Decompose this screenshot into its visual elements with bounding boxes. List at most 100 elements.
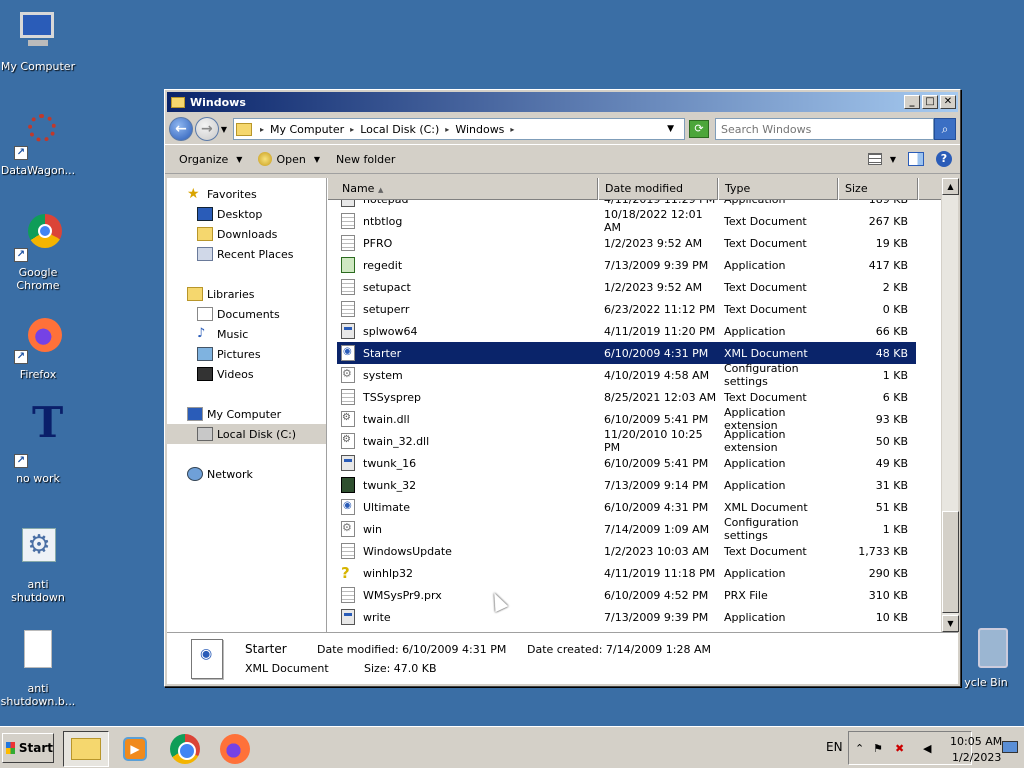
nav-item-pictures[interactable]: Pictures (167, 344, 326, 364)
file-row[interactable]: setupact 1/2/2023 9:52 AM Text Document 2 K… (337, 276, 916, 298)
desktop-icon-google-chrome[interactable]: ↗ Google Chrome (0, 214, 76, 292)
clock-time[interactable]: 10:05 AM (950, 735, 1002, 748)
file-row[interactable]: twunk_16 6/10/2009 5:41 PM Application 49 K… (337, 452, 916, 474)
organize-button[interactable]: Organize ▼ (179, 153, 242, 166)
nav-item-music[interactable]: ♪ Music (167, 324, 326, 344)
file-row[interactable]: PFRO 1/2/2023 9:52 AM Text Document 19 KB (337, 232, 916, 254)
desktop-icon-firefox[interactable]: ↗ Firefox (0, 316, 76, 381)
file-row[interactable]: WMSysPr9.prx 6/10/2009 4:52 PM PRX File 310… (337, 584, 916, 606)
datawagon-icon: ↗ (14, 112, 62, 160)
breadcrumb-local-disk[interactable]: Local Disk (C:) (360, 123, 439, 136)
desktop-icon-label: no work (16, 472, 60, 485)
search-input[interactable] (714, 118, 935, 140)
nav-item-my-computer[interactable]: My Computer (167, 404, 326, 424)
taskbar-firefox-button[interactable] (212, 731, 258, 767)
file-type: XML Document (724, 346, 808, 360)
file-row[interactable]: Starter 6/10/2009 4:31 PM XML Document 48 K… (337, 342, 916, 364)
forward-button[interactable]: → (194, 117, 219, 141)
open-button[interactable]: Open ▼ (258, 152, 320, 166)
maximize-button[interactable]: □ (922, 95, 938, 109)
recent-pages-dropdown-icon[interactable]: ▼ (221, 125, 227, 134)
file-date: 7/14/2009 1:09 AM (604, 522, 710, 536)
breadcrumb-windows[interactable]: Windows (455, 123, 504, 136)
help-icon[interactable]: ? (936, 151, 952, 167)
address-history-dropdown-icon[interactable]: ▼ (667, 124, 674, 134)
nav-item-favorites[interactable]: ★ Favorites (167, 184, 326, 204)
file-row[interactable]: TSSysprep 8/25/2021 12:03 AM Text Document… (337, 386, 916, 408)
nav-item-libraries[interactable]: Libraries (167, 284, 326, 304)
vertical-scrollbar[interactable]: ▲ ▼ (941, 178, 959, 632)
change-view-icon[interactable] (867, 153, 882, 165)
file-row[interactable]: twain.dll6/10/2009 5:41 PMApplication ex… (337, 406, 916, 432)
volume-icon[interactable]: ◀ (923, 742, 931, 755)
breadcrumb-chevron-icon[interactable]: ▸ (350, 125, 354, 134)
desktop-icon-my-computer[interactable]: My Computer (0, 8, 76, 73)
file-row[interactable]: ntbtlog 10/18/2022 12:01 AM Text Document 2… (337, 208, 916, 234)
close-button[interactable]: ✕ (940, 95, 956, 109)
column-header-name[interactable]: Name ▲ (327, 178, 598, 200)
file-size: 31 KB (875, 478, 908, 492)
taskbar-chrome-button[interactable] (162, 731, 208, 767)
file-row[interactable]: setuperr 6/23/2022 11:12 PM Text Document 0… (337, 298, 916, 320)
scroll-up-button[interactable]: ▲ (942, 178, 959, 195)
taskbar-media-player-button[interactable]: ▶ (112, 731, 158, 767)
show-hidden-icons-icon[interactable]: ⌃ (855, 742, 864, 755)
breadcrumb-chevron-icon[interactable]: ▸ (260, 125, 264, 134)
file-row[interactable]: twunk_32 7/13/2009 9:14 PM Application 31 K… (337, 474, 916, 496)
column-header-date[interactable]: Date modified (598, 178, 718, 200)
file-row[interactable]: WindowsUpdate 1/2/2023 10:03 AM Text Docum… (337, 540, 916, 562)
taskbar: Start ▶ EN ⌃ ⚑ ✖ ◀ 10:05 AM 1/2/2023 (0, 726, 1024, 768)
nav-item-videos[interactable]: Videos (167, 364, 326, 384)
file-name-cell: write (337, 609, 598, 625)
file-type: Text Document (724, 214, 807, 228)
start-button[interactable]: Start (2, 733, 54, 763)
new-folder-button[interactable]: New folder (336, 153, 395, 166)
cfg-file-icon (341, 521, 355, 537)
action-center-icon[interactable]: ⚑ (873, 742, 883, 755)
file-row[interactable]: splwow64 4/11/2019 11:20 PM Application 66 … (337, 320, 916, 342)
breadcrumb-chevron-icon[interactable]: ▸ (445, 125, 449, 134)
nav-item-documents[interactable]: Documents (167, 304, 326, 324)
scroll-down-button[interactable]: ▼ (942, 615, 959, 632)
chrome-icon (170, 734, 200, 764)
file-type: Application (724, 258, 786, 272)
nav-label: Libraries (207, 287, 255, 301)
nav-item-recent-places[interactable]: Recent Places (167, 244, 326, 264)
view-dropdown-icon[interactable]: ▼ (890, 155, 896, 164)
file-date: 8/25/2021 12:03 AM (604, 390, 717, 404)
desktop-icon-anti-shutdown[interactable]: ⚙ anti shutdown (0, 526, 76, 604)
scroll-thumb[interactable] (942, 511, 959, 613)
file-row[interactable]: write 7/13/2009 9:39 PM Application 10 KB (337, 606, 916, 628)
file-type: Configuration settings (724, 362, 799, 388)
language-indicator[interactable]: EN (826, 740, 843, 754)
column-header-size[interactable]: Size (838, 178, 918, 200)
nav-item-network[interactable]: Network (167, 464, 326, 484)
preview-pane-icon[interactable] (908, 152, 924, 166)
desktop-icon-datawagon[interactable]: ↗ DataWagon... (0, 112, 76, 177)
nav-item-desktop[interactable]: Desktop (167, 204, 326, 224)
file-row[interactable]: ? winhlp32 4/11/2019 11:18 PM Application 29… (337, 562, 916, 584)
file-row[interactable]: win 7/14/2009 1:09 AM Configuration settin… (337, 516, 916, 542)
breadcrumb-chevron-icon[interactable]: ▸ (510, 125, 514, 134)
network-disconnected-icon[interactable]: ✖ (895, 742, 904, 755)
refresh-button[interactable]: ⟳ (689, 120, 709, 138)
nav-item-local-disk[interactable]: Local Disk (C:) (167, 424, 326, 444)
taskbar-explorer-button[interactable] (63, 731, 109, 767)
minimize-button[interactable]: _ (904, 95, 920, 109)
nav-item-downloads[interactable]: Downloads (167, 224, 326, 244)
file-row[interactable]: Ultimate 6/10/2009 4:31 PM XML Document 51 … (337, 496, 916, 518)
show-desktop-icon[interactable] (1002, 741, 1018, 753)
address-bar[interactable]: ▸ My Computer ▸ Local Disk (C:) ▸ Window… (232, 118, 686, 140)
breadcrumb-my-computer[interactable]: My Computer (270, 123, 344, 136)
search-button[interactable]: ⌕ (934, 118, 956, 140)
back-button[interactable]: ← (169, 117, 193, 141)
file-row[interactable]: twain_32.dll 11/20/2010 10:25 PM Applicati… (337, 428, 916, 454)
file-row[interactable]: system 4/10/2019 4:58 AM Configuration set… (337, 362, 916, 388)
column-header-type[interactable]: Type (718, 178, 838, 200)
file-date: 1/2/2023 9:52 AM (604, 236, 703, 250)
clock-date[interactable]: 1/2/2023 (952, 751, 1001, 764)
desktop-icon-no-work[interactable]: T ↗ no work (0, 402, 76, 485)
desktop-icon-anti-shutdown-bat[interactable]: anti shutdown.b... (0, 630, 76, 708)
title-bar[interactable]: Windows _ □ ✕ (167, 92, 958, 112)
file-row[interactable]: regedit 7/13/2009 9:39 PM Application 417 K… (337, 254, 916, 276)
